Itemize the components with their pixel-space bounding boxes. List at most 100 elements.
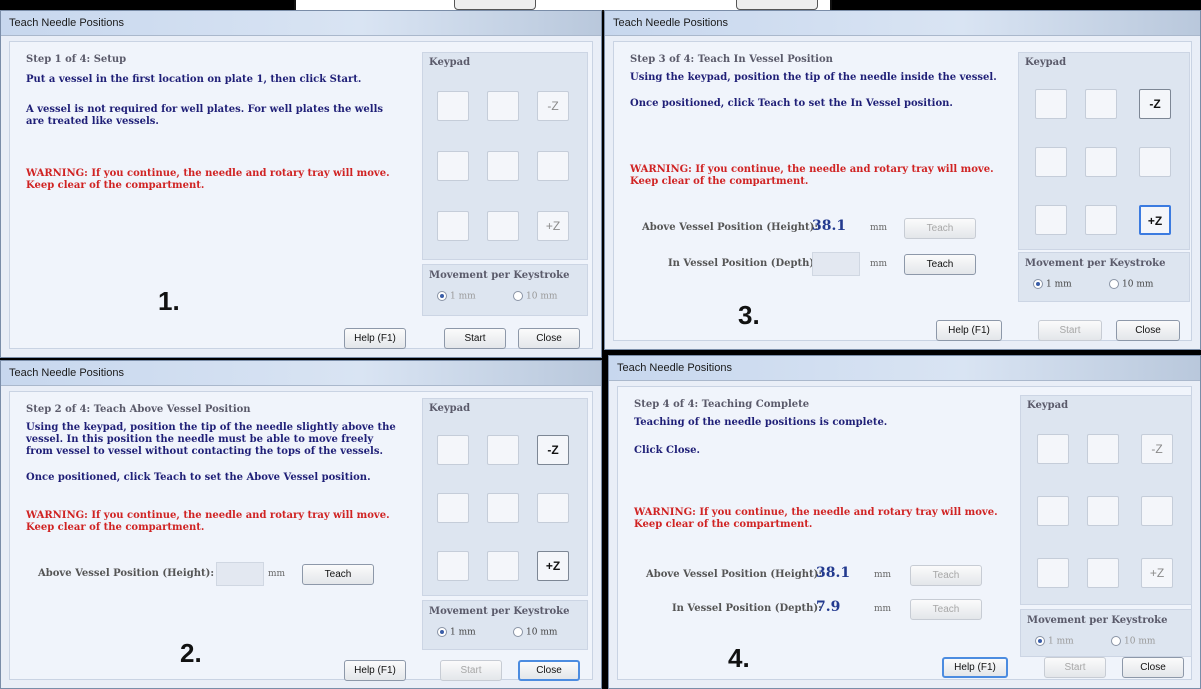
keypad-key[interactable] (1035, 205, 1067, 235)
panel-number: 1. (158, 286, 180, 316)
instruction-text: Click Close. (634, 445, 700, 456)
teach-in-button[interactable]: Teach (910, 599, 982, 620)
start-button[interactable]: Start (1044, 657, 1106, 678)
keypad-key[interactable] (437, 493, 469, 523)
minus-z-key[interactable]: -Z (537, 435, 569, 465)
keypad-key[interactable] (487, 493, 519, 523)
keypad-key[interactable] (1141, 496, 1173, 526)
dialog-step-4: Teach Needle Positions Step 4 of 4: Teac… (608, 355, 1201, 689)
close-button[interactable]: Close (1116, 320, 1180, 341)
teach-above-button[interactable]: Teach (904, 218, 976, 239)
help-button[interactable]: Help (F1) (942, 657, 1008, 678)
unit-label: mm (268, 569, 286, 579)
keypad-key[interactable] (1085, 147, 1117, 177)
radio-1mm[interactable]: 1 mm (1033, 279, 1072, 290)
plus-z-key[interactable]: +Z (537, 211, 569, 241)
radio-dot (513, 291, 523, 301)
instruction-text: Using the keypad, position the tip of th… (26, 422, 396, 433)
teach-in-button[interactable]: Teach (904, 254, 976, 275)
teach-above-button[interactable]: Teach (302, 564, 374, 585)
keypad-title: Keypad (1027, 400, 1069, 411)
keypad-key[interactable] (537, 151, 569, 181)
keypad-key[interactable] (487, 211, 519, 241)
minus-z-key[interactable]: -Z (1141, 434, 1173, 464)
keypad-key[interactable] (437, 211, 469, 241)
warning-text: Keep clear of the compartment. (26, 180, 205, 191)
radio-dot (1109, 279, 1119, 289)
keypad-title: Keypad (429, 57, 471, 68)
keypad-key[interactable] (437, 551, 469, 581)
instruction-text: are treated like vessels. (26, 116, 159, 127)
warning-text: WARNING: If you continue, the needle and… (630, 164, 994, 175)
help-button[interactable]: Help (F1) (936, 320, 1002, 341)
keypad-key[interactable] (487, 551, 519, 581)
help-button[interactable]: Help (F1) (344, 660, 406, 681)
keypad-key[interactable] (487, 151, 519, 181)
above-vessel-label: Above Vessel Position (Height): (38, 568, 215, 579)
radio-label: 10 mm (1122, 279, 1154, 290)
in-vessel-label: In Vessel Position (Depth): (668, 258, 818, 269)
keypad: Keypad -Z +Z (422, 398, 588, 596)
keypad-key[interactable] (487, 435, 519, 465)
keypad-key[interactable] (1085, 205, 1117, 235)
close-button[interactable]: Close (518, 660, 580, 681)
radio-10mm[interactable]: 10 mm (1109, 279, 1153, 290)
keypad-key[interactable] (1035, 89, 1067, 119)
dialog-step-1: Teach Needle Positions Step 1 of 4: Setu… (0, 10, 602, 358)
close-button[interactable]: Close (1122, 657, 1184, 678)
keypad-key[interactable] (1037, 434, 1069, 464)
radio-10mm[interactable]: 10 mm (513, 627, 557, 638)
keypad-key[interactable] (437, 435, 469, 465)
movement-title: Movement per Keystroke (429, 606, 570, 617)
plus-z-key[interactable]: +Z (1141, 558, 1173, 588)
minus-z-key[interactable]: -Z (537, 91, 569, 121)
keypad-key[interactable] (1085, 89, 1117, 119)
unit-label: mm (870, 223, 888, 233)
dialog-step-3: Teach Needle Positions Step 3 of 4: Teac… (604, 10, 1201, 350)
warning-text: WARNING: If you continue, the needle and… (26, 510, 390, 521)
plus-z-key[interactable]: +Z (1139, 205, 1171, 235)
step-heading: Step 1 of 4: Setup (26, 54, 127, 65)
keypad-key[interactable] (487, 91, 519, 121)
radio-1mm[interactable]: 1 mm (437, 291, 476, 302)
keypad-key[interactable] (1139, 147, 1171, 177)
radio-1mm[interactable]: 1 mm (1035, 636, 1074, 647)
help-button[interactable]: Help (F1) (344, 328, 406, 349)
keypad-key[interactable] (1037, 496, 1069, 526)
keypad-title: Keypad (429, 403, 471, 414)
start-button[interactable]: Start (444, 328, 506, 349)
radio-10mm[interactable]: 10 mm (1111, 636, 1155, 647)
start-button[interactable]: Start (1038, 320, 1102, 341)
instruction-text: Once positioned, click Teach to set the … (630, 98, 953, 109)
keypad-key[interactable] (537, 493, 569, 523)
keypad: Keypad -Z +Z (1018, 52, 1190, 250)
plus-z-key[interactable]: +Z (537, 551, 569, 581)
warning-text: WARNING: If you continue, the needle and… (634, 507, 998, 518)
instruction-text: Put a vessel in the first location on pl… (26, 74, 362, 85)
keypad-key[interactable] (1087, 558, 1119, 588)
teach-above-button[interactable]: Teach (910, 565, 982, 586)
radio-dot (437, 291, 447, 301)
keypad-key[interactable] (1035, 147, 1067, 177)
panel-number: 4. (728, 643, 750, 673)
keypad-key[interactable] (437, 91, 469, 121)
instruction-text: A vessel is not required for well plates… (26, 104, 383, 115)
keypad: Keypad -Z +Z (422, 52, 588, 260)
radio-label: 1 mm (1048, 636, 1074, 647)
keypad-key[interactable] (1087, 496, 1119, 526)
instruction-text: vessel. In this position the needle must… (26, 434, 374, 445)
keypad-key[interactable] (1037, 558, 1069, 588)
movement-title: Movement per Keystroke (1027, 615, 1168, 626)
keypad-key[interactable] (1087, 434, 1119, 464)
dialog-body: Step 2 of 4: Teach Above Vessel Position… (9, 391, 593, 681)
keypad-key[interactable] (437, 151, 469, 181)
step-heading: Step 3 of 4: Teach In Vessel Position (630, 54, 833, 65)
close-button[interactable]: Close (518, 328, 580, 349)
start-button[interactable]: Start (440, 660, 502, 681)
minus-z-key[interactable]: -Z (1139, 89, 1171, 119)
radio-10mm[interactable]: 10 mm (513, 291, 557, 302)
top-frame-button (454, 0, 536, 10)
step-heading: Step 2 of 4: Teach Above Vessel Position (26, 404, 251, 415)
radio-label: 10 mm (526, 627, 558, 638)
radio-1mm[interactable]: 1 mm (437, 627, 476, 638)
